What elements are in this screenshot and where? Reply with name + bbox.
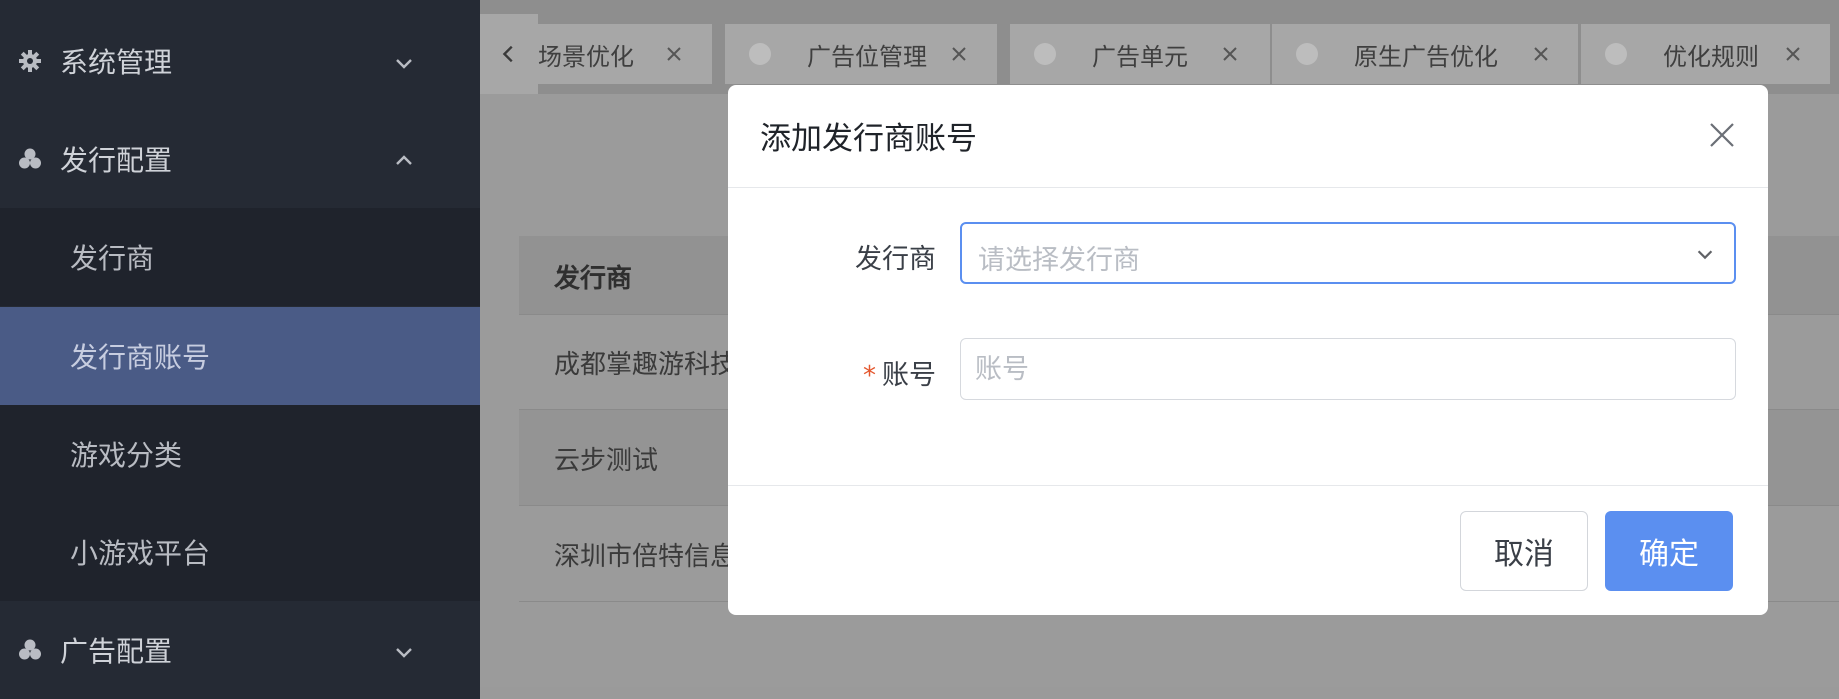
account-field-label: * 账号 [863, 353, 936, 392]
tab-ad-slot-manage[interactable]: 广告位管理 [725, 24, 997, 84]
cluster-icon [18, 147, 42, 171]
add-publisher-account-dialog: 添加发行商账号 发行商 请选择发行商 *账号 取消 确定 [728, 85, 1768, 615]
sidebar-group-label: 系统管理 [60, 46, 173, 79]
close-icon[interactable] [662, 42, 686, 66]
table-cell-publisher: 云步测试 [554, 446, 659, 476]
publisher-field-label: 发行商 [855, 237, 936, 276]
dialog-footer-divider [728, 485, 1768, 486]
table-cell-publisher: 成都掌趣游科技 [554, 350, 737, 380]
cancel-button[interactable]: 取消 [1460, 511, 1588, 591]
tab-native-ad-optimize[interactable]: 原生广告优化 [1272, 24, 1578, 84]
tab-scroll-left-button[interactable] [480, 14, 538, 94]
chevron-left-icon [502, 45, 513, 63]
chevron-up-icon [392, 147, 416, 171]
publisher-select[interactable]: 请选择发行商 [960, 222, 1736, 284]
sidebar-group-system[interactable]: 系统管理 [0, 12, 480, 110]
sidebar-item-label: 发行商账号 [70, 341, 211, 374]
cluster-icon [18, 638, 42, 662]
sidebar-item-game-category[interactable]: 游戏分类 [0, 405, 480, 503]
dialog-header-divider [728, 187, 1768, 188]
account-field [960, 338, 1736, 400]
tab-status-dot [749, 43, 771, 65]
sidebar-item-publisher-account[interactable]: 发行商账号 [0, 307, 480, 405]
tab-label: 广告单元 [1092, 42, 1188, 71]
chevron-down-icon [392, 638, 416, 662]
close-icon[interactable] [1706, 119, 1738, 151]
account-input[interactable] [961, 339, 1735, 399]
close-icon[interactable] [1529, 42, 1553, 66]
gear-icon [18, 49, 42, 73]
publisher-select-placeholder: 请选择发行商 [978, 245, 1140, 276]
tab-label: 优化规则 [1663, 42, 1759, 71]
dialog-title: 添加发行商账号 [760, 121, 977, 157]
publisher-label-text: 发行商 [855, 244, 936, 275]
table-cell-publisher: 深圳市倍特信息 [554, 542, 737, 572]
tab-status-dot [1605, 43, 1627, 65]
tab-status-dot [1296, 43, 1318, 65]
tab-label: 原生广告优化 [1354, 42, 1498, 71]
tab-optimize-rules[interactable]: 优化规则 [1581, 24, 1830, 84]
sidebar-group-publish-config[interactable]: 发行配置 [0, 110, 480, 208]
required-mark: * [863, 361, 876, 391]
tab-scene-optimize[interactable]: 场景优化 [538, 24, 712, 84]
sidebar-group-ad-config[interactable]: 广告配置 [0, 601, 480, 699]
sidebar: 系统管理 发行配置 发行商 发行商账号 游戏分类 小游戏平台 广告配置 [0, 0, 480, 699]
close-icon[interactable] [1781, 42, 1805, 66]
tab-status-dot [1034, 43, 1056, 65]
close-icon[interactable] [947, 42, 971, 66]
tab-label: 广告位管理 [807, 42, 927, 71]
sidebar-item-publisher[interactable]: 发行商 [0, 208, 480, 306]
sidebar-item-label: 发行商 [70, 242, 155, 275]
confirm-button[interactable]: 确定 [1605, 511, 1733, 591]
sidebar-group-label: 发行配置 [60, 144, 173, 177]
column-header-publisher: 发行商 [554, 264, 633, 294]
chevron-down-icon [1694, 243, 1716, 265]
chevron-down-icon [392, 49, 416, 73]
sidebar-item-label: 游戏分类 [70, 439, 183, 472]
tab-ad-unit[interactable]: 广告单元 [1010, 24, 1270, 84]
tab-label: 场景优化 [538, 42, 634, 71]
sidebar-item-label: 小游戏平台 [70, 537, 211, 570]
account-label-text: 账号 [882, 360, 936, 391]
sidebar-item-minigame-platform[interactable]: 小游戏平台 [0, 503, 480, 601]
sidebar-group-label: 广告配置 [60, 635, 173, 668]
close-icon[interactable] [1218, 42, 1242, 66]
